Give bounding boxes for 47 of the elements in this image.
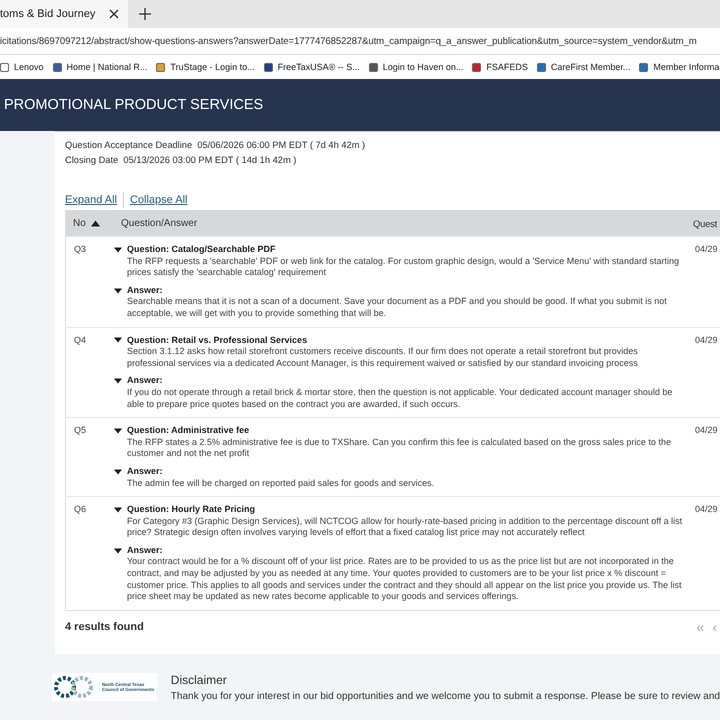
disclaimer-title: Disclaimer [170, 672, 228, 686]
bookmark-link[interactable]: CareFirst Member... [536, 62, 630, 72]
page-title: PROMOTIONAL PRODUCT SERVICES [4, 97, 264, 113]
body-text: The admin fee will be charged on reported paid sales for goods and services. [127, 478, 436, 490]
toggle-heading[interactable]: Answer: [114, 284, 163, 296]
number-cell-text: Q5 [73, 425, 88, 438]
tab-title: toms & Bid Journey [0, 8, 96, 20]
expand-link[interactable]: Expand All [65, 194, 123, 206]
number-cell-text: Q3 [73, 244, 88, 256]
deadline-text: Closing Date 05/13/2026 03:00 PM EDT ( 14d 1h 42m ) [65, 154, 298, 167]
browser-tab[interactable]: toms & Bid Journey [0, 0, 128, 28]
plus-icon[interactable] [138, 7, 152, 21]
body-text: Your contract would be for a % discount off of your list price. Rates are to be provided to us as the price list but are not incorporated in the contract, and may be adjusted by you as needed at any time. Your quotes provided to customers are to be your list price x % discount = customer price. This applies to all goods and services under the contract and they should all appear on the list price you provide us. The list price sheet may be updated as new rates become applicable to your goods and services offerings. [127, 556, 682, 603]
date-cell-text: 04/29 [694, 334, 719, 347]
deadline-text: Question Acceptance Deadline 05/06/2026 06:00 PM EDT ( 7d 4h 42m ) [65, 139, 366, 152]
toggle-heading[interactable]: Question: Administrative fee [114, 425, 250, 437]
bookmark-link[interactable]: TruStage - Login to... [156, 62, 255, 72]
body-text: Searchable means that it is not a scan of a document. Save your document as a PDF and you should be good. If what you submit is not acceptable, we will get with you to provide something that will be. [127, 296, 668, 320]
disclaimer-text: Thank you for your interest in our bid opportunities and we welcome you to submit a response. Please be sure to review and [170, 690, 720, 702]
body-text: The RFP states a 2.5% administrative fee is due to TXShare. Can you confirm this fee is calculated based on the gross sales price to the customer and not the net profit [127, 436, 672, 460]
date-cell-text: 04/29 [694, 244, 719, 256]
column-header[interactable]: Question/Answer [114, 218, 692, 228]
toggle-heading[interactable]: Answer: [114, 544, 163, 556]
toggle-heading[interactable]: Answer: [114, 466, 163, 478]
toggle-heading[interactable]: Question: Catalog/Searchable PDF [114, 244, 276, 256]
results-count: 4 results found [65, 620, 144, 633]
bookmark-link[interactable]: Home | National R... [52, 62, 148, 72]
body-text: Section 3.1.12 asks how retail storefront customers receive discounts. If our firm does not operate a retail storefront but provides professional services via a dedicated Account Manager, is this requirement waived or satisfied by our standard invoicing process [127, 346, 639, 370]
bookmark-link[interactable]: FSAFEDS [472, 62, 528, 72]
close-icon[interactable] [108, 8, 120, 20]
date-cell-text: 04/29 [694, 425, 719, 438]
expand-link[interactable]: Collapse All [130, 194, 194, 206]
toggle-heading[interactable]: Question: Hourly Rate Pricing [114, 504, 256, 516]
body-text: For Category #3 (Graphic Design Services), will NCTCOG allow for hourly-rate-based pricing in addition to the percentage discount off a list price? Strategic design often involves varying levels of effort that a fixed catalog list price may not accurately reflect [127, 516, 684, 539]
bookmark-link[interactable]: Lenovo [0, 62, 44, 72]
column-header[interactable]: Quest [692, 218, 720, 228]
body-text: The RFP requests a 'searchable' PDF or web link for the catalog. For custom graphic design, would a 'Service Menu' with standard starting prices satisfy the 'searchable catalog' requirement [127, 256, 680, 279]
bookmark-link[interactable]: FreeTaxUSA® -- S... [264, 62, 360, 72]
bookmark-link[interactable]: Member Informa [639, 62, 720, 72]
body-text: If you do not operate through a retail brick & mortar store, then the question is not applicable. Your dedicated account manager should be able to prepare price quotes based on the contract you are awarded, if such occurs. [127, 386, 674, 410]
column-header[interactable]: No [66, 218, 114, 228]
date-cell-text: 04/29 [694, 504, 719, 516]
number-cell-text: Q6 [73, 504, 88, 516]
bookmark-link[interactable]: Login to Haven on... [368, 62, 464, 72]
toggle-heading[interactable]: Question: Retail vs. Professional Services [114, 334, 308, 346]
number-cell-text: Q4 [73, 334, 88, 347]
toggle-heading[interactable]: Answer: [114, 375, 163, 387]
